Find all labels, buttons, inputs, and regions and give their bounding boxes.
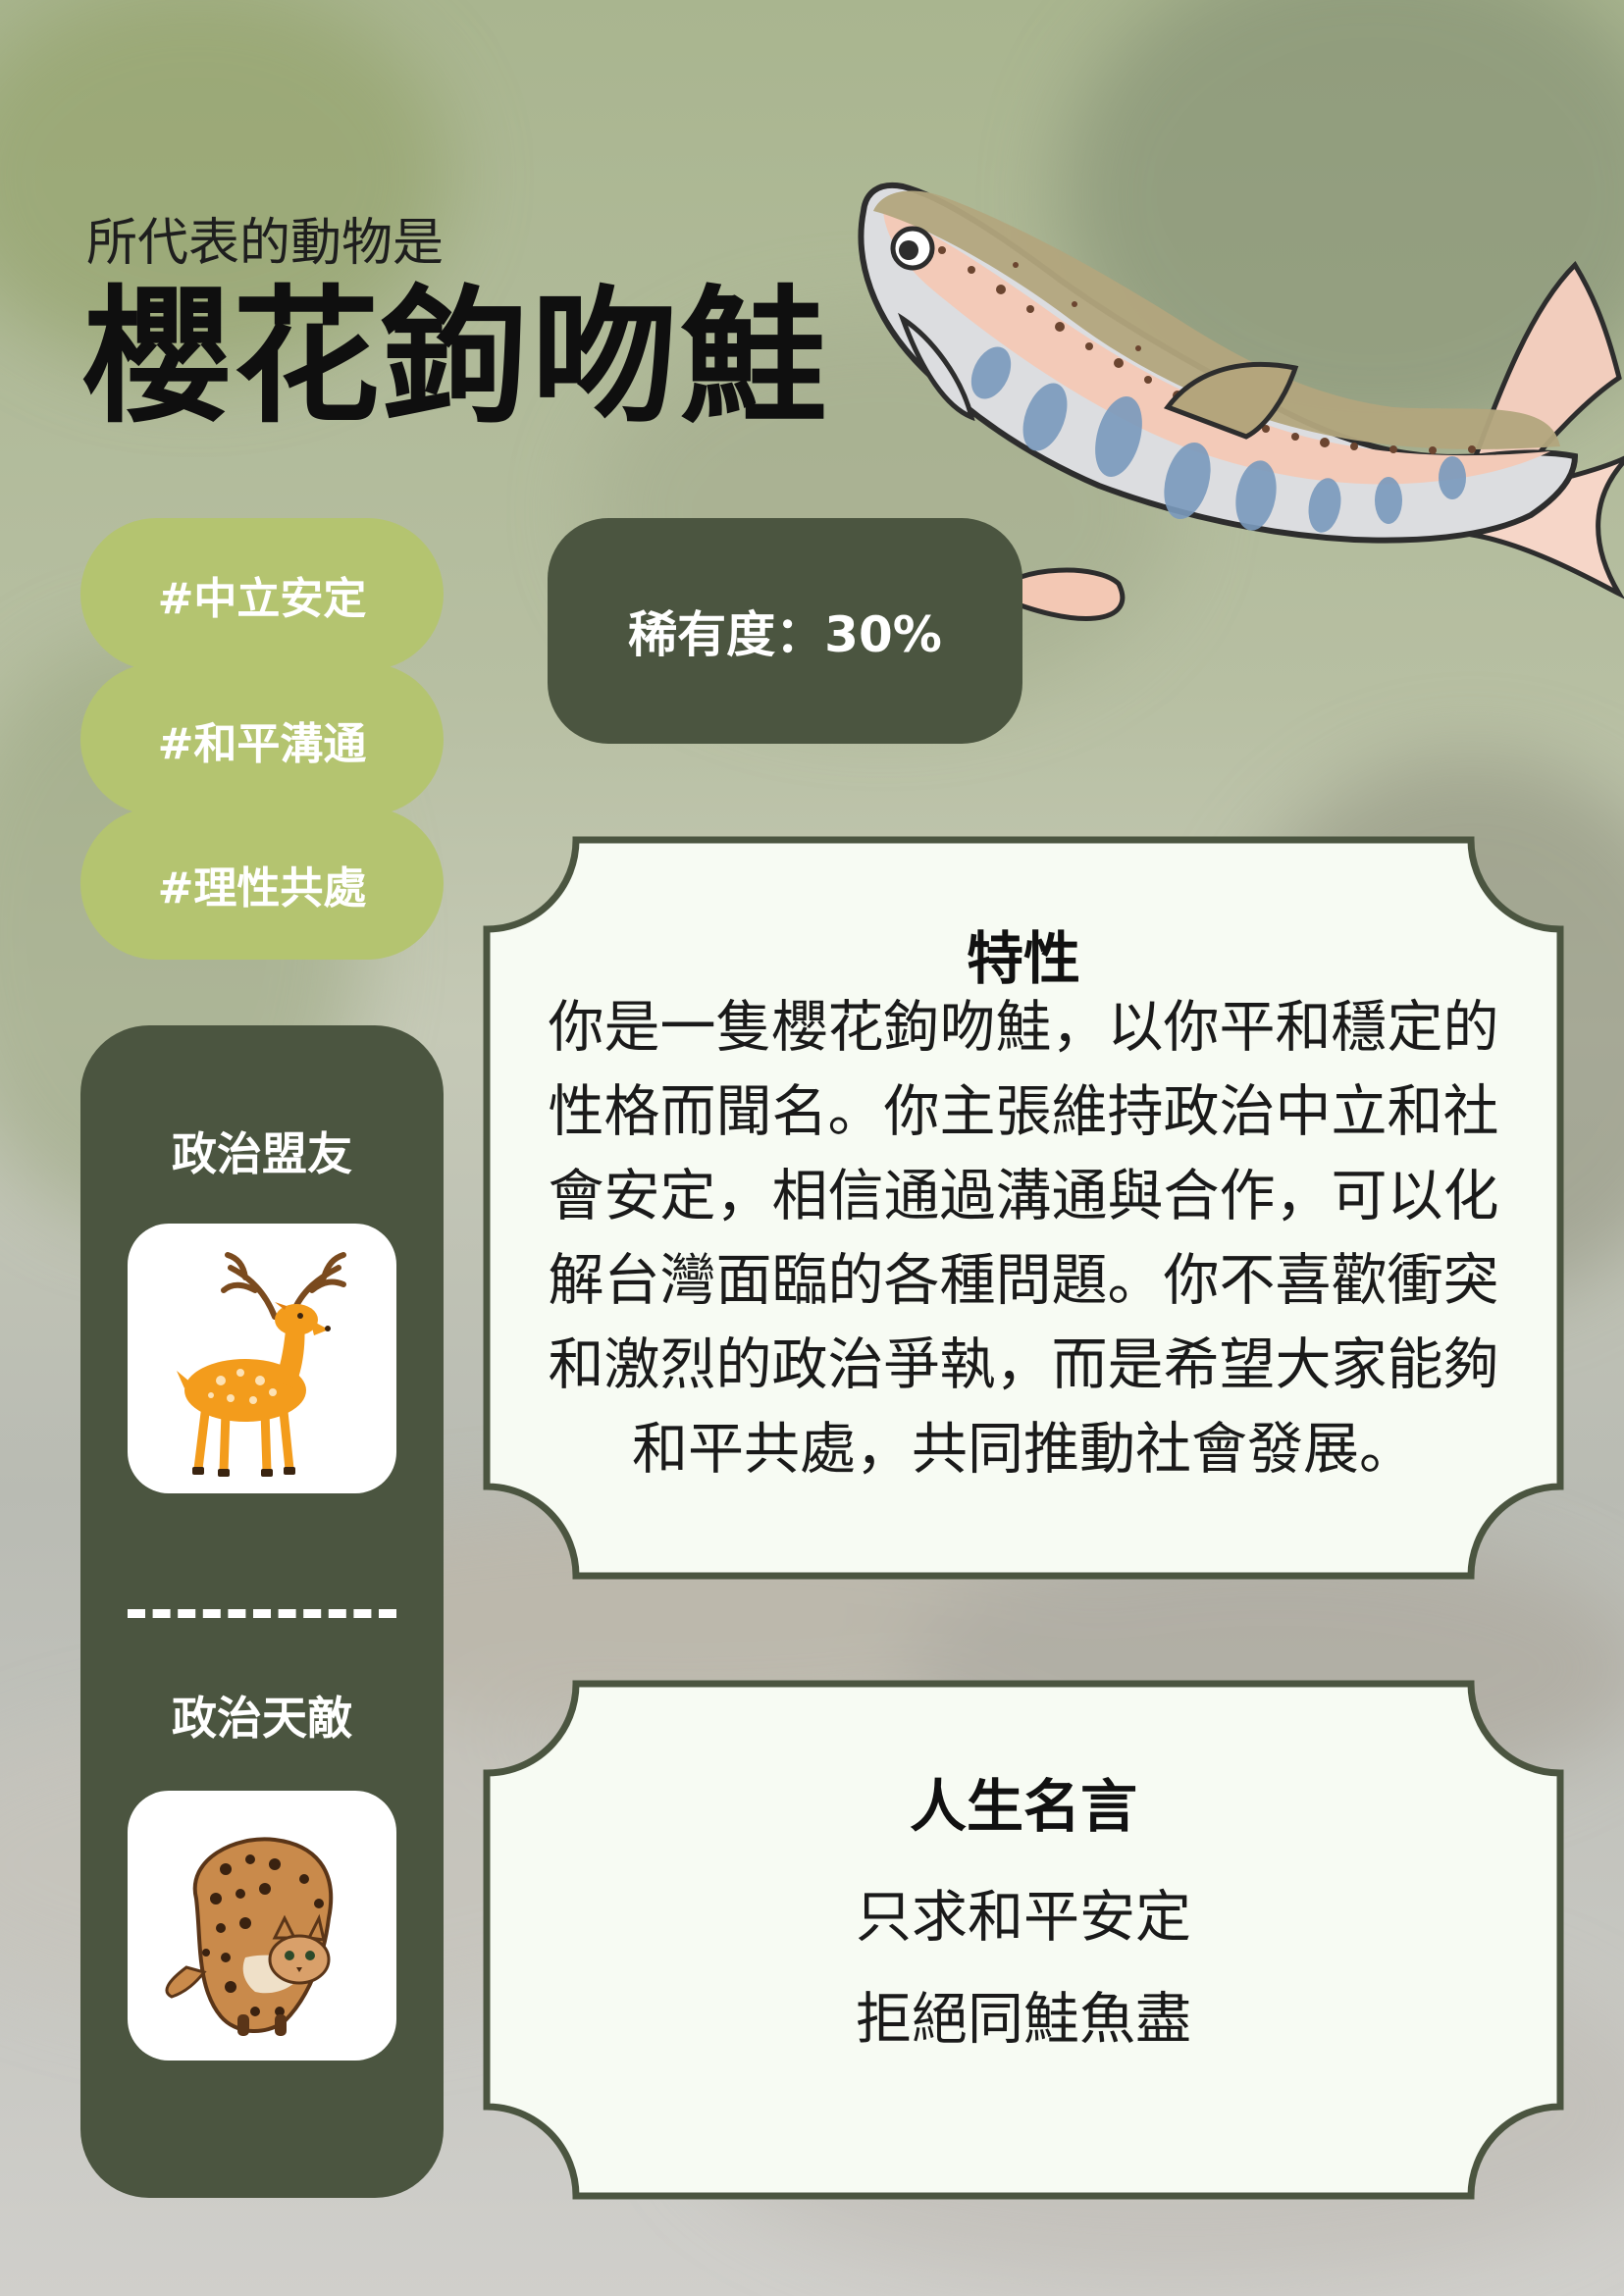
traits-line: 會安定，相信通過溝通與合作，可以化	[548, 1164, 1499, 1228]
ally-card	[128, 1224, 396, 1493]
rarity-badge: 稀有度：30%	[548, 518, 1022, 744]
page-subtitle: 所代表的動物是	[86, 214, 445, 273]
relations-sidebar: 政治盟友 政治天敵	[80, 1025, 444, 2198]
traits-text: 你是一隻櫻花鉤吻鮭，以你平和穩定的 性格而聞名。你主張維持政治中立和社 會安定，…	[483, 985, 1564, 1491]
motto-panel: 人生名言 只求和平安定 拒絕同鮭魚盡	[483, 1680, 1564, 2200]
section-divider	[128, 1609, 396, 1618]
enemy-card	[128, 1791, 396, 2061]
traits-line: 你是一隻櫻花鉤吻鮭，以你平和穩定的	[548, 995, 1499, 1060]
traits-line: 解台灣面臨的各種問題。你不喜歡衝突	[548, 1248, 1499, 1313]
traits-line: 和激烈的政治爭執，而是希望大家能夠	[548, 1332, 1499, 1397]
motto-text: 只求和平安定 拒絕同鮭魚盡	[483, 1866, 1564, 2070]
motto-line: 拒絕同鮭魚盡	[856, 1987, 1191, 2052]
ally-label: 政治盟友	[172, 1127, 352, 1180]
deer-icon	[177, 1252, 346, 1477]
tag-rational-coexistence: #理性共處	[80, 808, 444, 960]
tag-peaceful-communication: #和平溝通	[80, 663, 444, 815]
enemy-label: 政治天敵	[172, 1692, 352, 1745]
traits-panel: 特性 你是一隻櫻花鉤吻鮭，以你平和穩定的 性格而聞名。你主張維持政治中立和社 會…	[483, 836, 1564, 1580]
leopard-cat-icon	[165, 1837, 334, 2036]
motto-line: 只求和平安定	[856, 1885, 1191, 1950]
traits-line: 和平共處，共同推動社會發展。	[632, 1417, 1415, 1482]
motto-heading: 人生名言	[909, 1773, 1137, 1840]
page-title: 櫻花鉤吻鮭	[83, 273, 830, 444]
tag-neutral-stability: #中立安定	[80, 518, 444, 670]
traits-line: 性格而聞名。你主張維持政治中立和社	[548, 1079, 1499, 1144]
traits-heading: 特性	[966, 925, 1080, 992]
